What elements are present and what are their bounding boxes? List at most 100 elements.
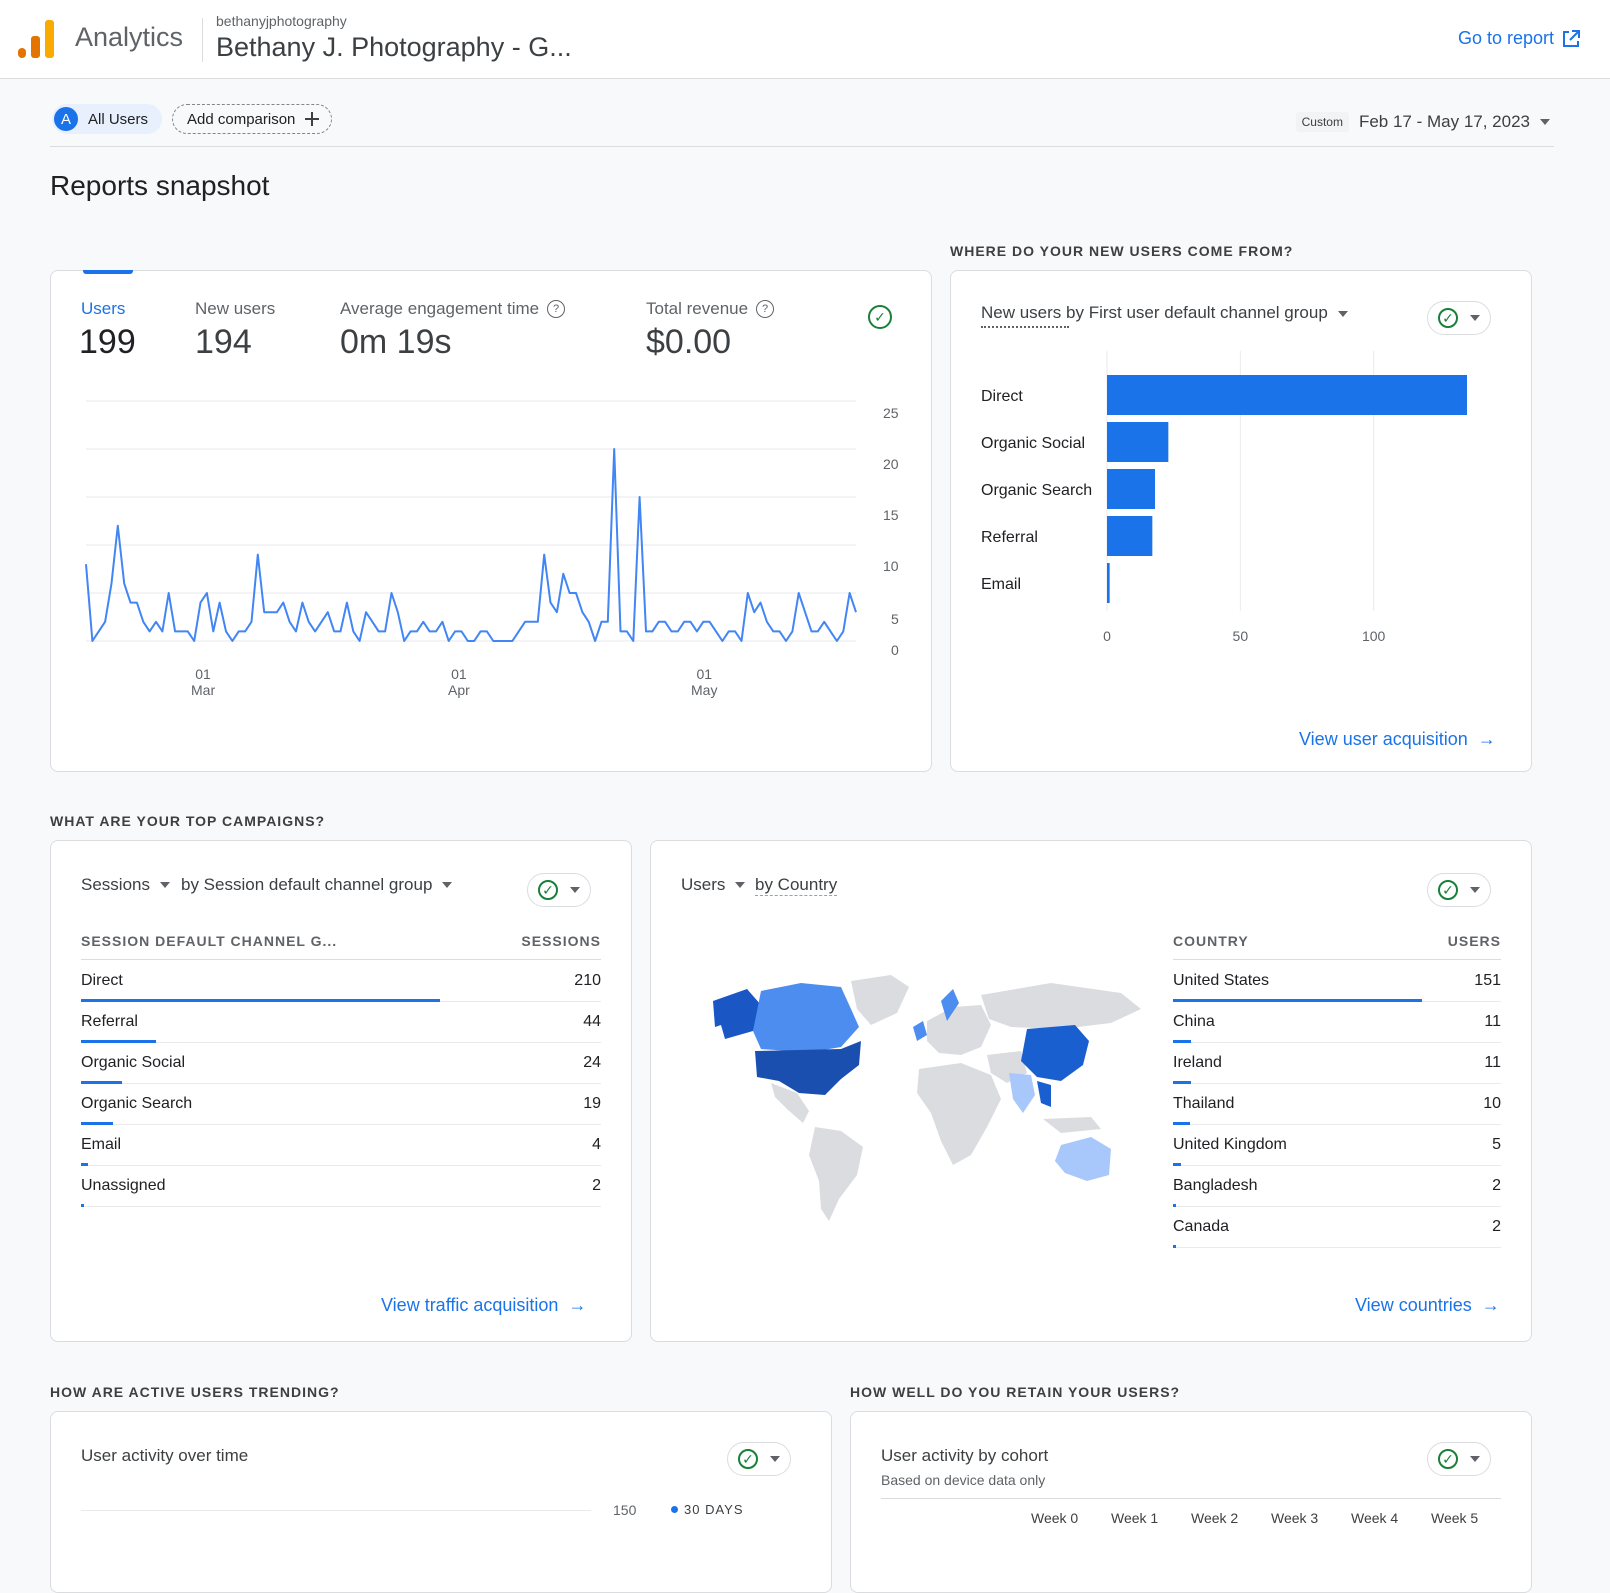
toolbar-divider (50, 146, 1554, 147)
check-icon: ✓ (1438, 880, 1458, 900)
map-region-thailand (1037, 1081, 1051, 1107)
x-tick: 01 Mar (191, 666, 216, 698)
top-app-bar: Analytics bethanyjphotography Bethany J.… (0, 0, 1610, 79)
world-map (713, 975, 1141, 1221)
overview-card: Users 199 New users 194 Average engageme… (50, 270, 932, 772)
table-row[interactable]: Bangladesh 2 (1173, 1166, 1501, 1207)
metric-label-total-revenue: Total revenue (646, 299, 749, 318)
chart-options-button[interactable]: ✓ (1427, 873, 1491, 907)
header-divider (81, 959, 601, 960)
table-row[interactable]: Canada 2 (1173, 1207, 1501, 1248)
arrow-right-icon: → (568, 1295, 587, 1315)
chart-options-button[interactable]: ✓ (527, 873, 591, 907)
row-label: Organic Search (81, 1095, 193, 1112)
view-user-acquisition-link[interactable]: View user acquisition → (1299, 729, 1496, 750)
header-divider (881, 1498, 1501, 1499)
table-row[interactable]: United Kingdom 5 (1173, 1125, 1501, 1166)
metric-tab-engagement-time[interactable]: Average engagement time ? (340, 299, 566, 319)
bar (1107, 375, 1467, 415)
share-bar (1173, 1245, 1177, 1248)
y-tick: 0 (891, 642, 899, 658)
category-label: Direct (981, 388, 1023, 405)
add-comparison-button[interactable]: Add comparison (172, 104, 333, 134)
chevron-down-icon (735, 882, 746, 888)
date-range-text: Feb 17 - May 17, 2023 (1358, 112, 1530, 131)
table-row[interactable]: Thailand 10 (1173, 1084, 1501, 1125)
chevron-down-icon (1470, 887, 1480, 893)
metric-tab-total-revenue[interactable]: Total revenue ? (646, 299, 775, 319)
metric-tab-users[interactable]: Users (81, 299, 125, 319)
row-label: Referral (81, 1013, 138, 1030)
data-quality-check-icon[interactable]: ✓ (868, 305, 892, 329)
chevron-down-icon (1470, 315, 1480, 321)
chevron-down-icon (1470, 1456, 1480, 1462)
metric-tab-new-users[interactable]: New users (195, 299, 275, 319)
new-users-chart-title[interactable]: New users by First user default channel … (981, 303, 1348, 324)
table-row[interactable]: United States 151 (1173, 961, 1501, 1002)
table-row[interactable]: Ireland 11 (1173, 1043, 1501, 1084)
dimension-selector[interactable]: by Session default channel group (181, 875, 453, 895)
chart-options-button[interactable]: ✓ (1427, 301, 1491, 335)
map-region-china (1021, 1025, 1089, 1081)
table-row[interactable]: China 11 (1173, 1002, 1501, 1043)
map-region-australia (1055, 1137, 1111, 1181)
help-icon[interactable]: ? (756, 300, 775, 318)
metric-value-engagement-time: 0m 19s (340, 323, 452, 361)
row-value: 2 (592, 1177, 601, 1194)
table-row[interactable]: Organic Search 19 (81, 1084, 601, 1125)
bar (1107, 422, 1169, 462)
segment-chip-all-users[interactable]: A All Users (52, 104, 163, 134)
date-range-picker[interactable]: Custom Feb 17 - May 17, 2023 (1295, 112, 1550, 132)
dimension-label[interactable]: by Country (755, 875, 838, 896)
map-region-indonesia (1043, 1117, 1101, 1133)
active-users-chart-title: User activity over time (81, 1446, 249, 1465)
retention-chart-title: User activity by cohort (881, 1446, 1049, 1465)
property-selector[interactable]: Bethany J. Photography - G... (216, 32, 572, 63)
check-icon: ✓ (1438, 308, 1458, 328)
table-row[interactable]: Referral 44 (81, 1002, 601, 1043)
week-header: Week 5 (1431, 1510, 1479, 1526)
view-traffic-acquisition-link[interactable]: View traffic acquisition → (381, 1295, 586, 1316)
plus-icon (305, 112, 320, 126)
analytics-logo-icon (18, 20, 54, 58)
active-users-card: User activity over time ✓ 150 30 DAYS (50, 1411, 832, 1593)
y-tick: 5 (891, 611, 899, 627)
arrow-right-icon: → (1481, 1295, 1500, 1315)
account-name[interactable]: bethanyjphotography (216, 13, 347, 29)
help-icon[interactable]: ? (547, 300, 566, 318)
row-value: 151 (1474, 972, 1501, 989)
view-countries-link[interactable]: View countries → (1355, 1295, 1500, 1316)
y-tick: 25 (883, 405, 899, 421)
bar (1107, 563, 1110, 603)
table-row[interactable]: Unassigned 2 (81, 1166, 601, 1207)
users-line-chart (85, 400, 857, 642)
chevron-down-icon (159, 882, 170, 888)
column-header-users[interactable]: USERS (1448, 933, 1501, 949)
metric-selector[interactable]: Users (681, 875, 746, 895)
table-row[interactable]: Direct 210 (81, 961, 601, 1002)
week-header: Week 1 (1111, 1510, 1159, 1526)
go-to-report-link[interactable]: Go to report (1458, 28, 1580, 49)
table-row[interactable]: Organic Social 24 (81, 1043, 601, 1084)
table-row[interactable]: Email 4 (81, 1125, 601, 1166)
chart-options-button[interactable]: ✓ (1427, 1442, 1491, 1476)
chevron-down-icon (1337, 310, 1348, 317)
row-value: 210 (574, 972, 601, 989)
row-label: Email (81, 1136, 122, 1153)
map-region-uk-ireland (913, 1021, 927, 1041)
legend-dot (671, 1506, 678, 1513)
x-tick: 01 Apr (448, 666, 470, 698)
chevron-down-icon (770, 1456, 780, 1462)
grid-line (81, 1510, 591, 1511)
y-tick: 20 (883, 456, 899, 472)
section-label-retention: HOW WELL DO YOU RETAIN YOUR USERS? (850, 1384, 1181, 1400)
bar (1107, 516, 1153, 556)
page-title: Reports snapshot (50, 170, 270, 201)
segment-label: All Users (88, 110, 149, 128)
column-header-sessions[interactable]: SESSIONS (521, 933, 601, 949)
metric-selector[interactable]: Sessions (81, 875, 170, 895)
date-range-tag: Custom (1295, 112, 1349, 132)
row-label: United Kingdom (1173, 1136, 1287, 1153)
metric-label-engagement-time: Average engagement time (340, 299, 540, 318)
chart-options-button[interactable]: ✓ (727, 1442, 791, 1476)
